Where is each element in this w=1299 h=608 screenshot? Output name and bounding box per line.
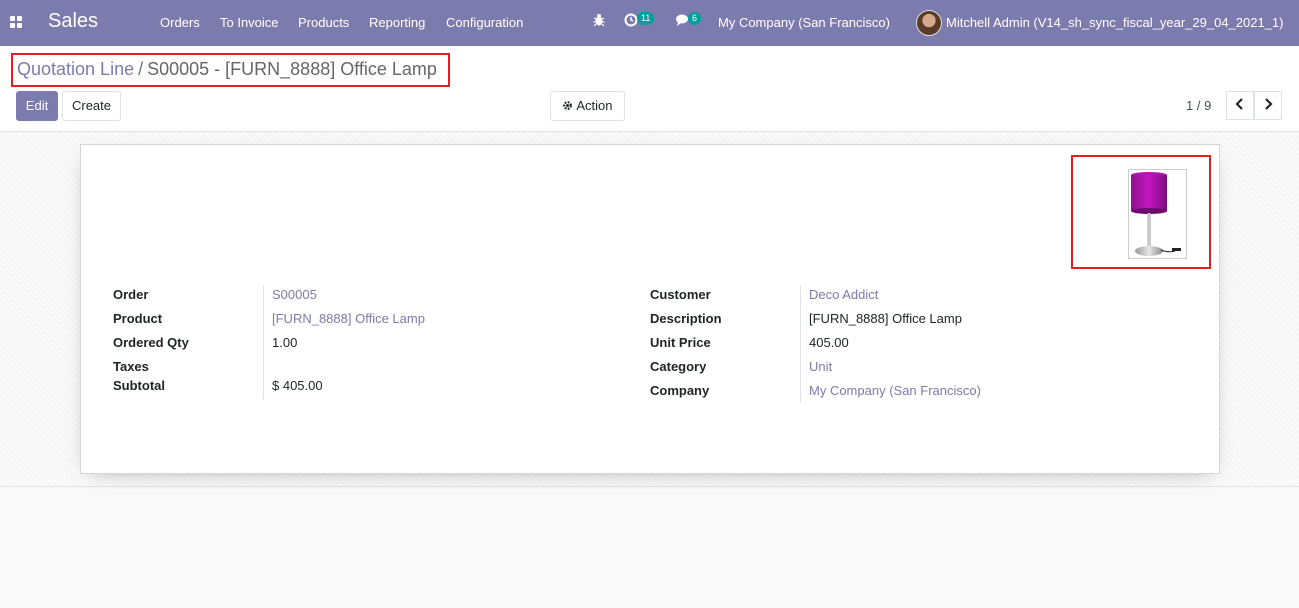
- user-menu[interactable]: Mitchell Admin (V14_sh_sync_fiscal_year_…: [946, 15, 1284, 30]
- category-label: Category: [650, 359, 707, 374]
- chevron-right-icon: [1265, 98, 1273, 110]
- taxes-label: Taxes: [113, 359, 149, 374]
- customer-label: Customer: [650, 287, 711, 302]
- left-group-divider: [263, 285, 264, 399]
- menu-configuration[interactable]: Configuration: [446, 15, 523, 30]
- apps-menu-icon[interactable]: [10, 16, 24, 30]
- user-avatar[interactable]: [916, 10, 942, 36]
- pager-next-button[interactable]: [1254, 91, 1282, 120]
- order-label: Order: [113, 287, 149, 302]
- breadcrumb-current: S00005 - [FURN_8888] Office Lamp: [147, 59, 437, 79]
- menu-reporting[interactable]: Reporting: [369, 15, 425, 30]
- action-button[interactable]: Action: [550, 91, 625, 121]
- breadcrumb: Quotation Line / S00005 - [FURN_8888] Offi…: [11, 53, 450, 87]
- messages-count-badge: 6: [688, 12, 702, 25]
- gear-icon: [562, 93, 573, 121]
- description-value: [FURN_8888] Office Lamp: [809, 311, 962, 326]
- create-button[interactable]: Create: [62, 91, 121, 121]
- menu-orders[interactable]: Orders: [160, 15, 200, 30]
- product-value-link[interactable]: [FURN_8888] Office Lamp: [272, 311, 425, 326]
- customer-value-link[interactable]: Deco Addict: [809, 287, 878, 302]
- breadcrumb-parent-link[interactable]: Quotation Line: [17, 59, 134, 79]
- company-switcher[interactable]: My Company (San Francisco): [718, 15, 890, 30]
- unit-price-value: 405.00: [809, 335, 849, 350]
- breadcrumb-separator: /: [138, 59, 144, 79]
- action-label: Action: [576, 98, 613, 113]
- company-value-link[interactable]: My Company (San Francisco): [809, 383, 981, 398]
- app-name[interactable]: Sales: [48, 10, 98, 33]
- order-value-link[interactable]: S00005: [272, 287, 317, 302]
- product-label: Product: [113, 311, 163, 326]
- right-group-divider: [800, 285, 801, 403]
- office-lamp-image: [1131, 172, 1181, 256]
- subtotal-value: $ 405.00: [272, 378, 323, 393]
- product-image[interactable]: [1128, 169, 1187, 259]
- description-label: Description: [650, 311, 722, 326]
- menu-products[interactable]: Products: [298, 15, 349, 30]
- top-navbar: Sales Orders To Invoice Products Reporti…: [0, 0, 1299, 46]
- activity-clock-icon[interactable]: [624, 13, 638, 30]
- edit-button[interactable]: Edit: [16, 91, 58, 121]
- company-label: Company: [650, 383, 710, 398]
- menu-to-invoice[interactable]: To Invoice: [220, 15, 279, 30]
- ordered-qty-value: 1.00: [272, 335, 298, 350]
- pager-previous-button[interactable]: [1226, 91, 1254, 120]
- product-image-highlight: [1071, 155, 1211, 269]
- subtotal-label: Subtotal: [113, 378, 165, 393]
- unit-price-label: Unit Price: [650, 335, 711, 350]
- control-panel: Quotation Line / S00005 - [FURN_8888] Offi…: [0, 46, 1299, 132]
- debug-bug-icon[interactable]: [592, 13, 606, 30]
- pager-value[interactable]: 1 / 9: [1186, 98, 1211, 113]
- chevron-left-icon: [1235, 98, 1243, 110]
- category-value-link[interactable]: Unit: [809, 359, 832, 374]
- ordered-qty-label: Ordered Qty: [113, 335, 189, 350]
- form-sheet: Order S00005 Product [FURN_8888] Office …: [80, 144, 1220, 474]
- activity-count-badge: 11: [637, 12, 655, 25]
